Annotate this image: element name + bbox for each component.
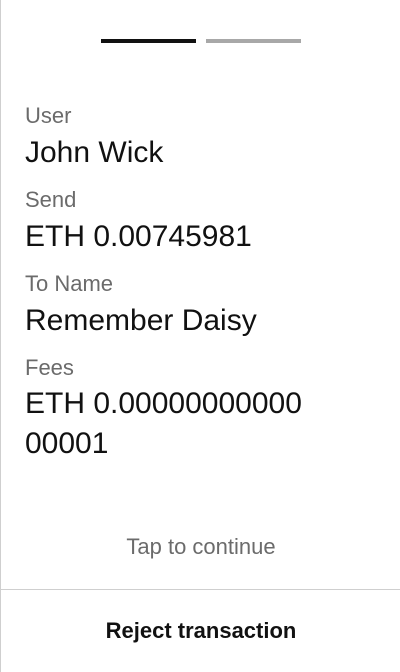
- fees-value: ETH 0.00000000000 00001: [25, 387, 302, 460]
- user-label: User: [25, 103, 72, 128]
- to-name-value: Remember Daisy: [25, 304, 257, 337]
- transaction-details: User John Wick Send ETH 0.00745981 To Na…: [25, 100, 375, 474]
- transaction-screen[interactable]: User John Wick Send ETH 0.00745981 To Na…: [0, 0, 400, 672]
- step-1-indicator: [101, 39, 196, 43]
- step-indicator: [101, 39, 301, 44]
- tap-to-continue-hint[interactable]: Tap to continue: [1, 530, 400, 564]
- send-label: Send: [25, 187, 77, 212]
- send-amount-value: ETH 0.00745981: [25, 220, 252, 253]
- reject-transaction-button[interactable]: Reject transaction: [1, 590, 400, 672]
- step-2-indicator: [206, 39, 301, 43]
- fees-label: Fees: [25, 355, 74, 380]
- user-value: John Wick: [25, 136, 164, 169]
- to-name-label: To Name: [25, 271, 114, 296]
